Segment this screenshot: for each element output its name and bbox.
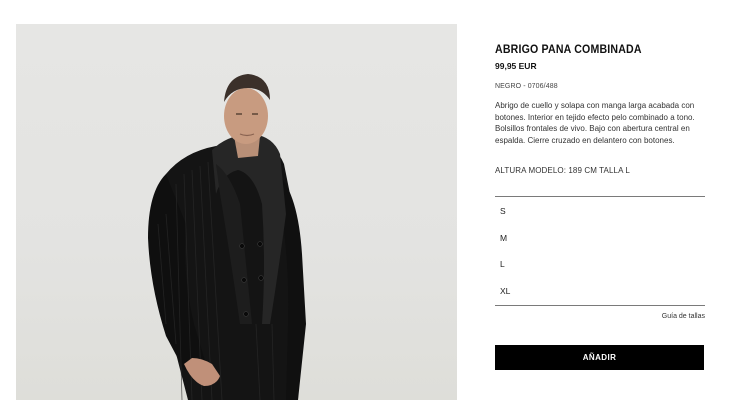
- size-option-s[interactable]: S: [500, 203, 700, 219]
- color-reference: NEGRO - 0706/488: [495, 83, 558, 90]
- model-info: ALTURA MODELO: 189 CM TALLA L: [495, 166, 630, 175]
- model-photo: [148, 74, 306, 400]
- product-image[interactable]: [16, 24, 457, 400]
- size-selector: S M L XL: [495, 196, 705, 306]
- add-to-cart-button[interactable]: AÑADIR: [495, 345, 704, 370]
- product-price: 99,95 EUR: [495, 61, 537, 71]
- product-title: ABRIGO PANA COMBINADA: [495, 44, 642, 56]
- size-option-xl[interactable]: XL: [500, 283, 700, 299]
- size-guide-link[interactable]: Guía de tallas: [662, 313, 705, 320]
- size-option-l[interactable]: L: [500, 256, 700, 272]
- product-description: Abrigo de cuello y solapa con manga larg…: [495, 101, 695, 145]
- size-option-m[interactable]: M: [500, 230, 700, 246]
